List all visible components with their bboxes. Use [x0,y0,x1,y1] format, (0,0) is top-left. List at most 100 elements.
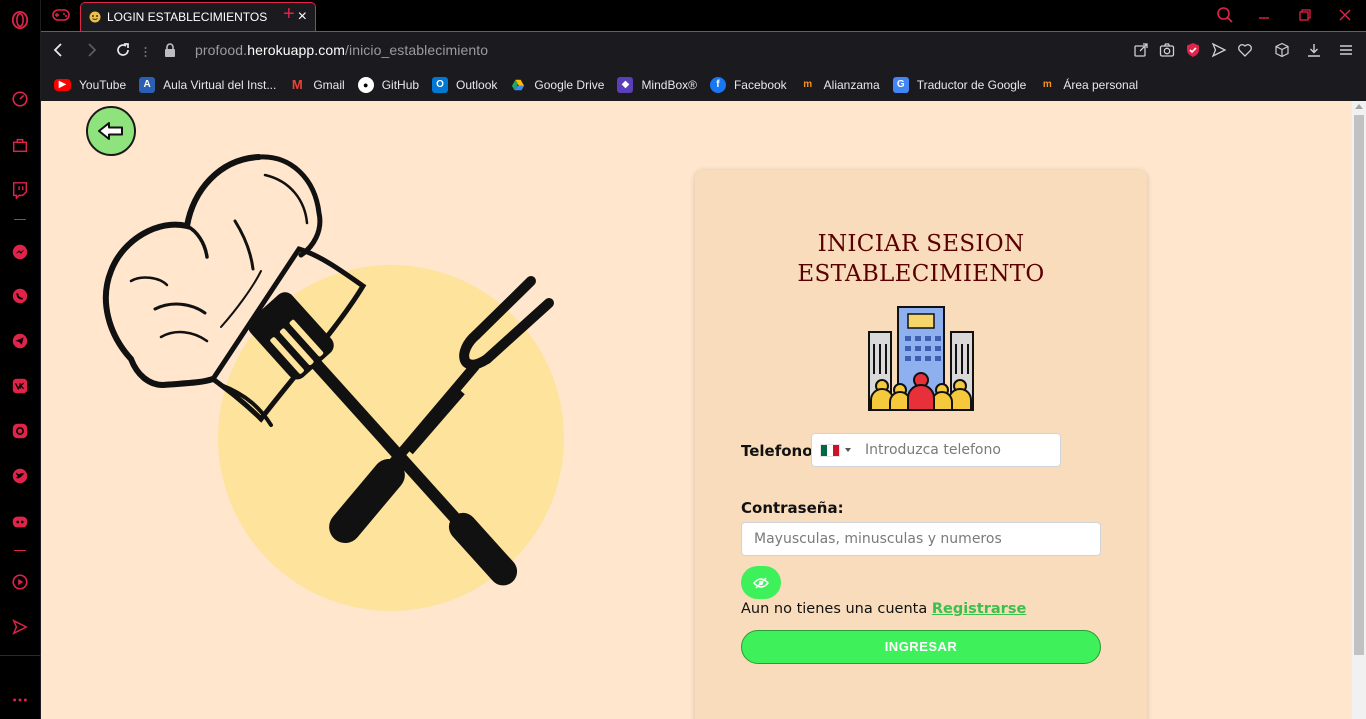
back-nav-icon[interactable] [50,41,68,59]
vk-icon[interactable] [10,376,30,396]
download-icon[interactable] [1306,42,1322,58]
bookmark-aula-virtual[interactable]: A Aula Virtual del Inst... [139,76,277,93]
mindbox-icon: ◆ [617,76,634,93]
camera-icon[interactable] [1159,42,1175,58]
restore-icon[interactable] [1296,6,1314,24]
phone-label: Telefono: [741,442,819,460]
bookmark-label: Traductor de Google [916,77,1027,92]
bookmark-label: Aula Virtual del Inst... [163,77,277,92]
page-content: INICIAR SESION ESTABLECIMIENTO Telefono:… [41,101,1352,719]
page-scrollbar[interactable] [1352,101,1366,719]
chevron-down-icon[interactable] [845,448,851,452]
bookmark-github[interactable]: ● GitHub [357,76,420,93]
bookmark-label: Google Drive [534,77,605,92]
gamepad-icon[interactable] [51,6,71,24]
youtube-icon: ▶ [54,78,71,91]
title-line-2: ESTABLECIMIENTO [797,261,1045,287]
url-field[interactable]: profood.herokuapp.com/inicio_establecimi… [195,42,488,58]
telegram-icon[interactable] [10,331,30,351]
bookmark-outlook[interactable]: O Outlook [432,76,498,93]
eye-slash-icon [753,576,769,589]
arrow-left-icon [96,120,126,142]
tab-bar: LOGIN ESTABLECIMIENTOS × + [41,0,1366,31]
back-button[interactable] [86,106,136,156]
login-title: INICIAR SESION ESTABLECIMIENTO [695,229,1147,289]
scrollbar-thumb[interactable] [1354,115,1364,655]
password-input[interactable] [741,522,1101,556]
submit-button[interactable]: INGRESAR [741,630,1101,664]
drive-icon [510,77,526,93]
new-tab-button[interactable]: + [283,4,295,24]
search-tabs-icon[interactable] [1216,6,1234,24]
speed-dial-icon[interactable] [10,89,30,109]
instagram-icon[interactable] [10,421,30,441]
register-link[interactable]: Registrarse [932,601,1026,617]
whatsapp-icon[interactable] [10,286,30,306]
twitter-icon[interactable] [10,466,30,486]
facebook-icon: f [709,76,726,93]
outlook-icon: O [432,76,449,93]
forward-nav-icon[interactable] [82,41,100,59]
bookmark-google-drive[interactable]: Google Drive [510,77,604,93]
chef-illustration [102,154,564,611]
alianzama-icon: m [803,79,813,90]
minimize-icon[interactable] [1255,6,1273,24]
heart-icon[interactable] [1237,42,1253,58]
toggle-password-button[interactable] [741,566,781,599]
adblock-shield-icon[interactable] [1185,42,1201,58]
area-personal-icon: m [1042,79,1052,90]
twitch-icon[interactable] [10,180,30,200]
mexico-flag-icon[interactable] [820,443,840,457]
translate-icon: G [892,76,909,93]
more-icon[interactable] [10,690,30,710]
send-tab-icon[interactable] [1211,42,1227,58]
bookmark-label: MindBox® [641,77,697,92]
tab-login-establecimientos[interactable]: LOGIN ESTABLECIMIENTOS × [80,2,316,31]
tab-title: LOGIN ESTABLECIMIENTOS [107,10,268,24]
scroll-up-icon[interactable] [1355,104,1363,109]
menu-dots-icon[interactable] [144,45,147,57]
shopping-icon[interactable] [10,135,30,155]
messenger-icon[interactable] [10,242,30,262]
phone-field [811,433,1061,467]
share-icon[interactable] [1133,42,1149,58]
send-icon[interactable] [10,617,30,637]
easy-setup-icon[interactable] [1338,42,1354,58]
bookmark-gmail[interactable]: M Gmail [289,77,345,93]
bookmark-traductor[interactable]: G Traductor de Google [892,76,1027,93]
bookmark-mindbox[interactable]: ◆ MindBox® [617,76,697,93]
aula-icon: A [139,76,156,93]
bookmark-label: Área personal [1063,77,1139,92]
login-card: INICIAR SESION ESTABLECIMIENTO Telefono:… [695,170,1147,719]
cube-icon[interactable] [1274,42,1290,58]
tab-favicon-icon [89,11,101,23]
reload-icon[interactable] [114,41,132,59]
url-host: herokuapp.com [247,42,345,58]
discord-icon[interactable] [10,512,30,532]
bookmark-alianzama[interactable]: m Alianzama [800,77,879,93]
phone-input[interactable] [865,442,1045,458]
address-bar: profood.herokuapp.com/inicio_establecimi… [41,31,1366,68]
bookmark-facebook[interactable]: f Facebook [709,76,787,93]
bookmark-area-personal[interactable]: m Área personal [1039,77,1138,93]
bookmark-label: Facebook [733,77,787,92]
no-account-text: Aun no tienes una cuenta [741,601,928,617]
tab-close-button[interactable]: × [298,9,307,25]
bookmark-label: GitHub [381,77,420,92]
gmail-icon: M [291,77,303,92]
no-account-row: Aun no tienes una cuenta Registrarse [741,601,1026,617]
bookmark-label: Gmail [313,77,345,92]
player-icon[interactable] [10,572,30,592]
sidebar-divider [14,219,26,220]
browser-sidebar [0,0,41,719]
sidebar-divider [14,550,26,551]
lock-icon[interactable] [164,43,176,57]
close-window-icon[interactable] [1336,6,1354,24]
bookmark-label: YouTube [79,77,127,92]
establishment-building-icon [868,306,974,411]
bookmark-youtube[interactable]: ▶ YouTube [54,78,126,92]
bookmark-label: Outlook [456,77,498,92]
url-prefix: profood. [195,42,248,58]
opera-logo-icon[interactable] [10,10,30,30]
title-line-1: INICIAR SESION [817,231,1025,257]
